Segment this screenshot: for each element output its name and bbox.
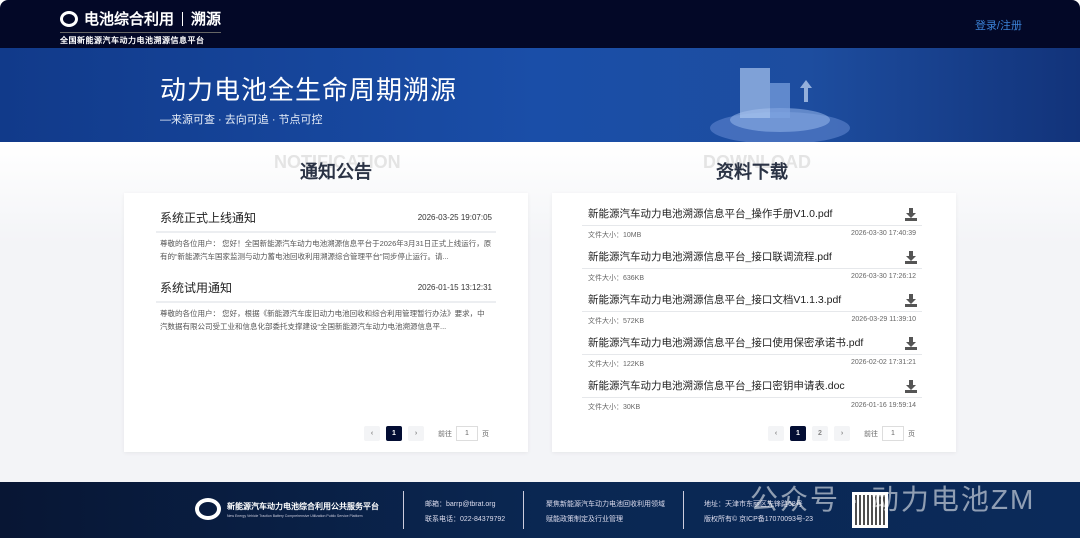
banner-title: 动力电池全生命周期溯源: [160, 70, 457, 107]
notice-item[interactable]: 系统正式上线通知 2026-03-25 19:07:05 尊敬的各位用户： 您好…: [156, 209, 496, 263]
file-time: 2026-02-02 17:31:21: [851, 359, 916, 369]
page-unit: 页: [908, 429, 915, 439]
page-1-button[interactable]: 1: [386, 426, 402, 441]
logo-title: 电池综合利用: [84, 8, 174, 29]
notice-item[interactable]: 系统试用通知 2026-01-15 13:12:31 尊敬的各位用户： 您好，根…: [156, 279, 496, 333]
file-size: 10MB: [623, 232, 641, 239]
login-register-link[interactable]: 登录/注册: [975, 17, 1022, 33]
logo-icon: [60, 11, 78, 27]
file-size-label: 文件大小：: [588, 232, 623, 239]
file-size: 636KB: [623, 275, 644, 282]
page-unit: 页: [482, 429, 489, 439]
next-page-button[interactable]: ›: [834, 426, 850, 441]
file-time: 2026-03-29 11:39:10: [852, 316, 916, 326]
notices-pagination: ‹ 1 › 前往 页: [364, 426, 489, 441]
file-size-label: 文件大小：: [588, 361, 623, 368]
contact-info: 邮箱：barrp@tbrat.org 联系电话：022-84379792: [425, 497, 505, 527]
goto-label: 前往: [864, 429, 878, 439]
goto-page-input[interactable]: [882, 426, 904, 441]
divider: [683, 491, 684, 529]
file-name[interactable]: 新能源汽车动力电池溯源信息平台_接口文档V1.1.3.pdf: [588, 292, 841, 307]
file-name[interactable]: 新能源汽车动力电池溯源信息平台_接口联调流程.pdf: [588, 249, 832, 264]
file-size: 122KB: [623, 361, 644, 368]
file-time: 2026-03-30 17:40:39: [851, 230, 916, 240]
page-2-button[interactable]: 2: [812, 426, 828, 441]
file-size-label: 文件大小：: [588, 318, 623, 325]
download-icon[interactable]: [904, 336, 918, 350]
download-item: 新能源汽车动力电池溯源信息平台_接口密钥申请表.doc 文件大小：30KB 20…: [582, 378, 922, 412]
notice-time: 2026-03-25 19:07:05: [418, 213, 492, 222]
download-icon[interactable]: [904, 293, 918, 307]
goto-page-input[interactable]: [456, 426, 478, 441]
download-item: 新能源汽车动力电池溯源信息平台_接口使用保密承诺书.pdf 文件大小：122KB…: [582, 335, 922, 369]
notice-time: 2026-01-15 13:12:31: [418, 283, 492, 292]
file-size-label: 文件大小：: [588, 275, 623, 282]
notice-title[interactable]: 系统正式上线通知: [160, 209, 256, 226]
file-name[interactable]: 新能源汽车动力电池溯源信息平台_操作手册V1.0.pdf: [588, 206, 832, 221]
downloads-card: ‹ 1 2 › 前往 页 新能源汽车动力电池溯源信息平台_操作手册V1.0.pd…: [552, 193, 956, 452]
footer-slogan: 聚焦新能源汽车动力电池回收利用领域: [546, 497, 665, 512]
notices-card: 系统正式上线通知 2026-03-25 19:07:05 尊敬的各位用户： 您好…: [124, 193, 528, 452]
notice-title[interactable]: 系统试用通知: [160, 279, 232, 296]
download-icon[interactable]: [904, 379, 918, 393]
footer-platform-name-en: New Energy Vehicle Traction Battery Comp…: [227, 514, 379, 518]
notice-excerpt: 尊敬的各位用户： 您好，根据《新能源汽车废旧动力电池回收和综合利用管理暂行办法》…: [156, 303, 496, 333]
downloads-pagination: ‹ 1 2 › 前往 页: [768, 426, 915, 441]
file-size: 30KB: [623, 404, 640, 411]
prev-page-button[interactable]: ‹: [768, 426, 784, 441]
banner-subtitle: —来源可查 · 去向可追 · 节点可控: [160, 111, 323, 127]
file-time: 2026-01-16 19:59:14: [851, 402, 916, 412]
footer-email: 邮箱：barrp@tbrat.org: [425, 497, 505, 512]
file-time: 2026-03-30 17:26:12: [851, 273, 916, 283]
divider: [523, 491, 524, 529]
footer-platform-name: 新能源汽车动力电池综合利用公共服务平台: [227, 501, 379, 512]
watermark-text: 公众号 · 动力电池ZM: [750, 478, 1035, 518]
download-icon[interactable]: [904, 207, 918, 221]
logo-divider: [182, 12, 183, 26]
site-logo[interactable]: 电池综合利用 溯源 全国新能源汽车动力电池溯源信息平台: [60, 8, 221, 46]
prev-page-button[interactable]: ‹: [364, 426, 380, 441]
notice-excerpt: 尊敬的各位用户： 您好！全国新能源汽车动力电池溯源信息平台于2026年3月31日…: [156, 233, 496, 263]
download-item: 新能源汽车动力电池溯源信息平台_操作手册V1.0.pdf 文件大小：10MB 2…: [582, 206, 922, 240]
top-header: 电池综合利用 溯源 全国新能源汽车动力电池溯源信息平台 登录/注册: [0, 0, 1080, 48]
divider: [403, 491, 404, 529]
battery-illustration-icon: [705, 58, 855, 142]
footer-slogan: 赋能政策制定及行业管理: [546, 512, 665, 527]
footer-slogans: 聚焦新能源汽车动力电池回收利用领域 赋能政策制定及行业管理: [546, 497, 665, 527]
footer-logo: 新能源汽车动力电池综合利用公共服务平台 New Energy Vehicle T…: [195, 498, 379, 520]
file-size: 572KB: [623, 318, 644, 325]
goto-label: 前往: [438, 429, 452, 439]
downloads-heading: 资料下载: [716, 158, 788, 184]
page-1-button[interactable]: 1: [790, 426, 806, 441]
file-name[interactable]: 新能源汽车动力电池溯源信息平台_接口密钥申请表.doc: [588, 378, 845, 393]
download-icon[interactable]: [904, 250, 918, 264]
logo-title-2: 溯源: [191, 8, 221, 29]
footer-phone: 联系电话：022-84379792: [425, 512, 505, 527]
logo-icon: [195, 498, 221, 520]
download-item: 新能源汽车动力电池溯源信息平台_接口联调流程.pdf 文件大小：636KB 20…: [582, 249, 922, 283]
download-item: 新能源汽车动力电池溯源信息平台_接口文档V1.1.3.pdf 文件大小：572K…: [582, 292, 922, 326]
notices-heading: 通知公告: [300, 158, 372, 184]
file-size-label: 文件大小：: [588, 404, 623, 411]
next-page-button[interactable]: ›: [408, 426, 424, 441]
logo-subtitle: 全国新能源汽车动力电池溯源信息平台: [60, 32, 221, 46]
file-name[interactable]: 新能源汽车动力电池溯源信息平台_接口使用保密承诺书.pdf: [588, 335, 863, 350]
hero-banner: 动力电池全生命周期溯源 —来源可查 · 去向可追 · 节点可控: [0, 48, 1080, 142]
